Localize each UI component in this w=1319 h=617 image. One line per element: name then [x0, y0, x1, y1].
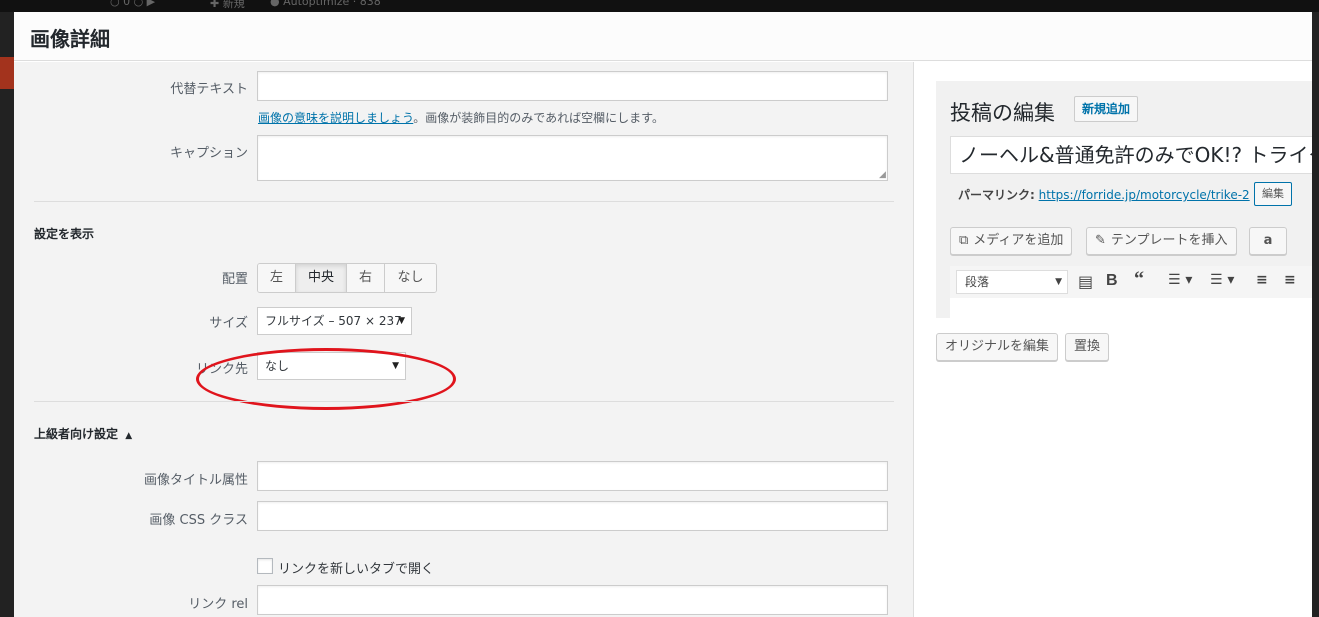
active-menu-marker: [0, 57, 14, 89]
alt-text-help-link[interactable]: 画像の意味を説明しましょう: [258, 111, 413, 125]
add-media-button[interactable]: ⧉ メディアを追加: [950, 227, 1073, 255]
image-title-attr-label: 画像タイトル属性: [143, 473, 248, 488]
backdrop-edge: [1312, 12, 1319, 617]
image-css-class-label: 画像 CSS クラス: [149, 513, 248, 528]
triangle-up-icon: ▲: [125, 431, 133, 441]
new-tab-label[interactable]: リンクを新しいタブで開く: [278, 558, 434, 577]
edit-original-button[interactable]: オリジナルを編集: [936, 333, 1059, 361]
link-rel-input[interactable]: [257, 585, 888, 615]
admin-sidebar-edge: [0, 12, 14, 617]
caption-label: キャプション: [169, 146, 248, 161]
blockquote-icon[interactable]: “: [1134, 268, 1144, 291]
modal-header: 画像詳細: [14, 12, 1312, 61]
size-select[interactable]: フルサイズ – 507 × 237 ▼: [257, 307, 412, 335]
image-details-modal: 画像詳細 代替テキスト 画像の意味を説明しましょう。画像が装飾目的のみであれば空…: [14, 12, 1312, 617]
permalink-url[interactable]: https://forride.jp/motorcycle/trike-2: [1039, 188, 1250, 202]
image-css-class-input[interactable]: [257, 501, 888, 531]
editor-page-title: 投稿の編集: [950, 101, 1055, 125]
dropdown-arrow-icon: ▼: [398, 316, 405, 326]
image-preview: 投稿の編集 新規追加 ノーヘル&普通免許のみでOK!? トライク パーマリンク:…: [936, 81, 1312, 318]
amazon-icon[interactable]: a: [1249, 227, 1287, 255]
display-settings-heading: 設定を表示: [34, 227, 95, 241]
advanced-settings-toggle[interactable]: 上級者向け設定 ▲: [34, 425, 132, 442]
align-label: 配置: [221, 272, 248, 287]
insert-template-button[interactable]: ✎ テンプレートを挿入: [1086, 227, 1237, 255]
alt-text-input[interactable]: [257, 71, 888, 101]
bullet-list-icon[interactable]: ☰ ▾: [1168, 272, 1192, 288]
align-right-button[interactable]: 右: [347, 264, 385, 292]
align-center-button[interactable]: 中央: [296, 264, 347, 292]
editor-toolbar: 段落 ▼ ▤ B “ ☰ ▾ ☰ ▾ ≡ ≡: [950, 266, 1312, 298]
alt-text-label: 代替テキスト: [170, 82, 248, 97]
image-preview-panel: 投稿の編集 新規追加 ノーヘル&普通免許のみでOK!? トライク パーマリンク:…: [916, 62, 1312, 617]
permalink-edit-button[interactable]: 編集: [1254, 182, 1292, 206]
clipboard-icon[interactable]: ▤: [1078, 272, 1093, 291]
align-none-button[interactable]: なし: [385, 264, 436, 292]
media-icon: ⧉: [959, 233, 969, 248]
modal-title: 画像詳細: [30, 27, 110, 51]
alt-text-help: 画像の意味を説明しましょう。画像が装飾目的のみであれば空欄にします。: [258, 111, 664, 125]
permalink: パーマリンク: https://forride.jp/motorcycle/tr…: [958, 186, 1250, 203]
format-select[interactable]: 段落 ▼: [956, 270, 1068, 294]
permalink-label: パーマリンク:: [958, 188, 1035, 202]
replace-button[interactable]: 置換: [1065, 333, 1110, 361]
section-divider: [34, 401, 894, 402]
resize-handle-icon[interactable]: ◢: [879, 170, 886, 180]
align-button-group: 左 中央 右 なし: [257, 263, 437, 293]
bold-icon[interactable]: B: [1106, 272, 1118, 290]
add-new-button[interactable]: 新規追加: [1074, 96, 1139, 122]
editor-content-area: [950, 298, 1312, 318]
pencil-icon: ✎: [1095, 233, 1106, 248]
align-left-button[interactable]: 左: [258, 264, 296, 292]
image-title-attr-input[interactable]: [257, 461, 888, 491]
size-label: サイズ: [209, 316, 248, 331]
advanced-settings-heading: 上級者向け設定: [34, 427, 119, 441]
admin-bar: ○ 0 ○ ▶ ✚ 新規 ● Autoptimize · 838: [0, 0, 1319, 12]
caption-textarea[interactable]: [257, 135, 888, 181]
size-select-value: フルサイズ – 507 × 237: [265, 314, 402, 328]
link-rel-label: リンク rel: [188, 597, 248, 612]
post-title-input[interactable]: ノーヘル&普通免許のみでOK!? トライク: [950, 136, 1312, 174]
new-tab-checkbox[interactable]: [257, 558, 273, 574]
align-left-icon[interactable]: ≡: [1256, 272, 1268, 288]
section-divider: [34, 201, 894, 202]
image-settings-panel: 代替テキスト 画像の意味を説明しましょう。画像が装飾目的のみであれば空欄にします…: [14, 62, 914, 617]
numbered-list-icon[interactable]: ☰ ▾: [1210, 272, 1234, 288]
align-center-icon[interactable]: ≡: [1284, 272, 1296, 288]
dropdown-arrow-icon: ▼: [1055, 277, 1062, 287]
